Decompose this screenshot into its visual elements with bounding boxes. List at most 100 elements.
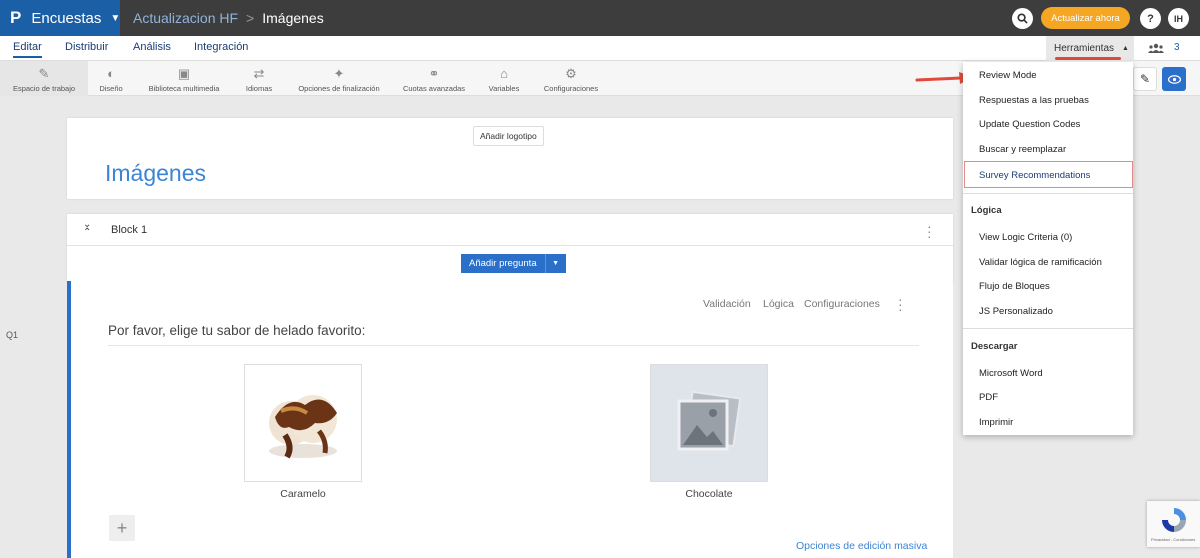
tool-media-library[interactable]: ▣ Biblioteca multimedia [142,61,226,96]
tool-completion-options[interactable]: ✦ Opciones de finalización [292,61,386,96]
add-option-button[interactable]: + [109,515,135,541]
recaptcha-text[interactable]: Privacidad - Condiciones [1151,537,1195,542]
image-icon: ▣ [177,66,191,81]
settings-link[interactable]: Configuraciones [804,298,880,310]
recaptcha-icon [1162,508,1186,532]
annotation-underline [1055,57,1121,60]
tools-menu-label: Herramientas [1054,43,1115,54]
tool-label: Diseño [99,84,123,93]
more-options-icon[interactable]: · · · [927,219,932,243]
tool-variables[interactable]: ⌂ Variables [484,61,524,96]
search-icon [1017,13,1028,24]
menu-item-view-logic[interactable]: View Logic Criteria (0) [979,232,1072,243]
divider [963,328,1133,329]
ice-cream-image [269,395,337,459]
app-logo: P [10,8,22,27]
caret-down-icon[interactable]: ▼ [544,254,566,273]
option-label: Chocolate [685,488,733,500]
menu-item-test-responses[interactable]: Respuestas a las pruebas [979,95,1089,106]
recaptcha-badge[interactable]: Privacidad - Condiciones [1147,501,1200,547]
menu-section-download: Descargar [971,341,1018,352]
collaborators-button[interactable]: 3 [1148,42,1180,53]
eye-icon [1167,74,1181,84]
menu-item-print[interactable]: Imprimir [979,417,1013,428]
divider [108,345,919,346]
block-title[interactable]: Block 1 [111,224,147,236]
add-logo-button[interactable]: Añadir logotipo [473,126,544,146]
translate-icon: ⇄ [253,66,265,81]
nav-distribute[interactable]: Distribuir [65,41,108,53]
menu-item-find-replace[interactable]: Buscar y reemplazar [979,144,1066,155]
more-options-icon[interactable]: · · · [898,292,903,316]
main-nav: Editar Distribuir Análisis Integración [0,36,1200,61]
breadcrumb-survey[interactable]: Actualizacion HF [133,10,238,26]
add-question-control: Añadir pregunta ▼ [461,254,566,273]
tool-label: Opciones de finalización [298,84,380,93]
tools-dropdown: Review Mode Respuestas a las pruebas Upd… [963,62,1133,435]
nav-integration[interactable]: Integración [194,41,248,53]
image-placeholder-icon [677,390,742,451]
tool-label: Configuraciones [543,84,599,93]
logic-link[interactable]: Lógica [763,298,794,310]
collapse-icon[interactable]: ⌄ ⌃ [83,220,91,238]
chevron-right-icon: > [246,10,255,26]
divider [963,193,1133,194]
menu-item-survey-recommendations[interactable]: Survey Recommendations [979,170,1090,181]
option-image-chocolate[interactable] [650,364,768,482]
add-question-button[interactable]: Añadir pregunta [461,254,545,273]
page-title[interactable]: Imágenes [105,160,206,187]
users-icon [1148,43,1164,53]
gear-icon: ⚙ [565,66,577,81]
menu-item-update-question-codes[interactable]: Update Question Codes [979,119,1080,130]
tool-label: Biblioteca multimedia [148,84,220,93]
app-switcher[interactable]: P Encuestas ▼ [0,0,120,36]
link-icon: ⚭ [428,66,440,81]
search-button[interactable] [1012,8,1033,29]
avatar[interactable]: IH [1168,8,1189,29]
menu-item-validate-branching[interactable]: Validar lógica de ramificación [979,257,1102,268]
menu-item-word[interactable]: Microsoft Word [979,368,1043,379]
nav-analysis[interactable]: Análisis [133,41,171,53]
menu-item-pdf[interactable]: PDF [979,392,998,403]
question-text[interactable]: Por favor, elige tu sabor de helado favo… [108,323,365,338]
preview-button[interactable] [1162,67,1186,91]
palette-icon: ◐ [107,66,115,81]
wand-icon: ✦ [333,66,345,81]
question-card: Validación Lógica Configuraciones · · · Po… [67,281,953,558]
collaborators-count: 3 [1174,42,1180,53]
block-header: ⌄ ⌃ Block 1 · · · [67,214,953,246]
menu-item-custom-js[interactable]: JS Personalizado [979,306,1053,317]
top-bar: P Encuestas ▼ Actualizacion HF > Imágene… [0,0,1200,36]
pencil-icon: ✎ [1139,72,1151,86]
menu-item-review-mode[interactable]: Review Mode [979,70,1037,81]
tool-advanced-quotas[interactable]: ⚭ Cuotas avanzadas [400,61,468,96]
caret-down-icon: ▼ [110,12,121,24]
validation-link[interactable]: Validación [703,298,751,310]
block-card: ⌄ ⌃ Block 1 · · · Añadir pregunta ▼ [67,214,953,282]
tool-design[interactable]: ◐ Diseño [92,61,130,96]
menu-item-block-flow[interactable]: Flujo de Bloques [979,281,1050,292]
breadcrumb: Actualizacion HF > Imágenes [133,10,324,26]
tag-icon: ⌂ [500,66,508,81]
option-label: Caramelo [280,488,326,500]
tool-label: Espacio de trabajo [12,84,76,93]
help-button[interactable]: ? [1140,8,1161,29]
menu-section-logic: Lógica [971,205,1002,216]
workspace-icon: ✎ [38,66,50,81]
edit-button[interactable]: ✎ [1133,67,1157,91]
survey-header-card: Añadir logotipo Imágenes [67,118,953,199]
app-name: Encuestas [31,9,102,27]
breadcrumb-page: Imágenes [262,10,324,26]
tool-languages[interactable]: ⇄ Idiomas [240,61,278,96]
question-id: Q1 [6,330,19,340]
tool-workspace[interactable]: ✎ Espacio de trabajo [0,61,88,96]
option-image-caramel[interactable] [244,364,362,482]
bulk-edit-link[interactable]: Opciones de edición masiva [796,540,927,552]
caret-up-icon: ▲ [1122,45,1129,52]
nav-edit[interactable]: Editar [13,41,42,58]
tool-label: Variables [488,84,520,93]
tool-label: Cuotas avanzadas [402,84,466,93]
update-now-button[interactable]: Actualizar ahora [1041,7,1130,29]
tool-label: Idiomas [245,84,273,93]
tool-settings[interactable]: ⚙ Configuraciones [540,61,602,96]
